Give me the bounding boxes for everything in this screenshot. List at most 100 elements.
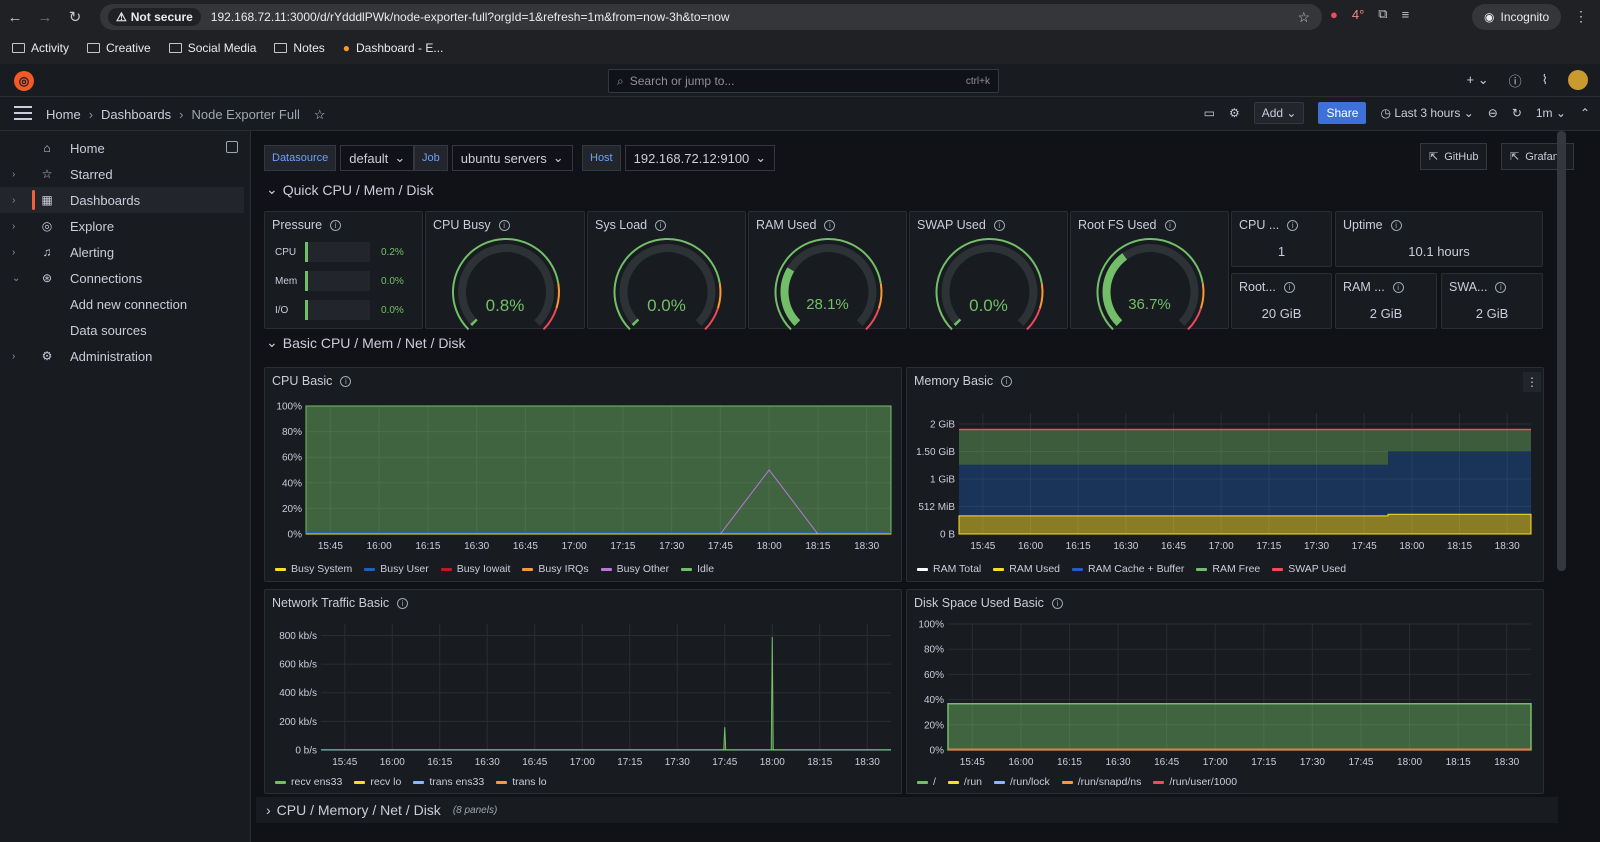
settings-gear-icon[interactable]: ⚙ [1229,106,1240,120]
menu-toggle-icon[interactable] [14,106,32,120]
add-button[interactable]: Add ⌄ [1253,102,1305,124]
sidebar-item-home[interactable]: ⌂ Home [0,135,244,161]
new-plus-button[interactable]: + ⌄ [1467,72,1489,88]
sidebar-item-connections[interactable]: ⌄ ⊛ Connections [0,265,244,291]
save-icon[interactable]: ▭ [1204,106,1215,120]
legend-item[interactable]: RAM Used [993,563,1060,575]
legend-item[interactable]: recv lo [354,776,401,788]
legend-item[interactable]: Busy User [364,563,429,575]
bookmark-notes[interactable]: Notes [274,41,325,55]
sidebar-item-dashboards[interactable]: › ▦ Dashboards [0,187,244,213]
bookmark-creative[interactable]: Creative [87,41,151,55]
puzzle-icon[interactable]: ⧉ [1378,6,1387,22]
grafana-logo-icon[interactable]: ◎ [14,71,34,91]
media-icon[interactable]: ≡ [1402,7,1410,22]
info-icon[interactable]: i [824,219,836,231]
bookmark-dashboard[interactable]: ● Dashboard - E... [343,41,444,55]
breadcrumb-home[interactable]: Home [46,107,81,123]
info-icon[interactable]: i [1283,281,1295,293]
info-icon[interactable]: i [498,219,510,231]
network-traffic-chart[interactable]: 0 b/s 200 kb/s 400 kb/s 600 kb/s 800 kb/s 15:… [265,590,901,775]
incognito-badge[interactable]: ◉ Incognito [1472,4,1562,30]
collapse-chevron-icon[interactable]: ⌃ [1580,106,1590,120]
legend-item[interactable]: Busy System [275,563,352,575]
sidebar-item-starred[interactable]: › ☆ Starred [0,161,244,187]
extension-icon[interactable]: ● [1330,7,1338,22]
bookmark-star-icon[interactable]: ☆ [1297,9,1310,26]
address-bar[interactable]: ⚠ Not secure 192.168.72.11:3000/d/rYdddlP… [100,4,1322,30]
star-icon[interactable]: ☆ [314,107,326,123]
legend-item[interactable]: Busy IRQs [522,563,589,575]
info-icon[interactable]: i [1164,219,1176,231]
news-rss-icon[interactable]: ⌇ [1542,72,1548,88]
legend-item[interactable]: /run/snapd/ns [1061,776,1141,788]
chevron-down-icon[interactable]: ⌄ [12,273,20,284]
legend-item[interactable]: recv ens33 [275,776,342,788]
refresh-icon[interactable]: ↻ [1512,106,1522,120]
sidebar-item-explore[interactable]: › ◎ Explore [0,213,244,239]
info-icon[interactable]: i [1390,219,1402,231]
job-select[interactable]: ubuntu servers ⌄ [451,145,573,171]
avatar[interactable] [1568,70,1588,90]
host-select[interactable]: 192.168.72.12:9100 ⌄ [624,145,776,171]
forward-icon[interactable]: → [30,9,60,26]
info-icon[interactable]: i [1287,219,1299,231]
chevron-right-icon[interactable]: › [12,195,15,206]
chevron-right-icon[interactable]: › [12,221,15,232]
x-tick-label: 17:30 [1304,541,1329,552]
info-icon[interactable]: i [993,219,1005,231]
sidebar-item-add-new-connection[interactable]: Add new connection [0,291,244,317]
help-icon[interactable]: ⓘ [1509,71,1522,90]
cpu-basic-chart[interactable]: 0% 20% 40% 60% 80% 100% 15:45 16:00 16:15 16:30 16… [265,368,901,558]
memory-basic-chart[interactable]: 0 B 512 MiB 1 GiB 1.50 GiB 2 GiB 15:45 16:00 16… [907,368,1543,558]
legend-item[interactable]: / [917,776,936,788]
back-icon[interactable]: ← [0,9,30,26]
sidebar-item-administration[interactable]: › ⚙ Administration [0,343,244,369]
legend-item[interactable]: Busy Other [600,563,669,575]
search-input[interactable]: ⌕ Search or jump to... ctrl+k [608,69,999,93]
browser-menu-icon[interactable]: ⋮ [1574,8,1588,25]
reload-icon[interactable]: ↻ [60,8,90,26]
row-header-full[interactable]: › CPU / Memory / Net / Disk (8 panels) [256,797,1558,823]
breadcrumb-dashboards[interactable]: Dashboards [101,107,171,123]
x-tick-label: 16:15 [427,757,452,768]
legend-item[interactable]: SWAP Used [1272,563,1346,575]
panel-title: RAM Used [756,218,817,232]
disk-space-chart[interactable]: 0% 20% 40% 60% 80% 100% 15:45 16:00 16:15 16:30 16… [907,590,1543,775]
row-header-basic[interactable]: ⌄ Basic CPU / Mem / Net / Disk [266,334,466,351]
chevron-right-icon[interactable]: › [12,247,15,258]
info-icon[interactable]: i [1392,281,1404,293]
weather-extension[interactable]: 4° [1352,7,1364,22]
legend-item[interactable]: RAM Total [917,563,981,575]
info-icon[interactable]: i [655,219,667,231]
time-picker[interactable]: ◷ Last 3 hours ⌄ [1380,106,1473,120]
scrollbar[interactable] [1557,131,1566,571]
legend-item[interactable]: RAM Cache + Buffer [1072,563,1184,575]
legend-item[interactable]: /run [947,776,982,788]
legend-item[interactable]: /run/user/1000 [1153,776,1237,788]
datasource-select[interactable]: default ⌄ [340,145,415,171]
sidebar-item-alerting[interactable]: › ♫ Alerting [0,239,244,265]
github-link-button[interactable]: ⇱ GitHub [1420,143,1488,170]
info-icon[interactable]: i [1495,281,1507,293]
chevron-right-icon[interactable]: › [12,169,15,180]
legend-item[interactable]: Idle [681,563,714,575]
sidebar-item-data-sources[interactable]: Data sources [0,317,244,343]
x-tick-label: 18:00 [757,541,782,552]
chevron-right-icon[interactable]: › [12,351,15,362]
zoom-out-icon[interactable]: ⊖ [1488,106,1498,120]
legend-item[interactable]: RAM Free [1196,563,1260,575]
share-button[interactable]: Share [1318,102,1367,124]
security-indicator[interactable]: ⚠ Not secure [108,8,201,26]
legend-item[interactable]: trans ens33 [413,776,484,788]
info-icon[interactable]: i [330,219,342,231]
legend-item[interactable]: trans lo [496,776,547,788]
refresh-interval-picker[interactable]: 1m ⌄ [1536,106,1566,120]
y-tick-label: 1 GiB [930,475,955,486]
bookmark-activity[interactable]: Activity [12,41,69,55]
legend-item[interactable]: Busy Iowait [440,563,510,575]
panel-root-fs-used: Root FS Used i 36.7% [1070,211,1229,331]
bookmark-social-media[interactable]: Social Media [168,41,256,55]
row-header-quick[interactable]: ⌄ Quick CPU / Mem / Disk [266,181,434,198]
legend-item[interactable]: /run/lock [994,776,1050,788]
